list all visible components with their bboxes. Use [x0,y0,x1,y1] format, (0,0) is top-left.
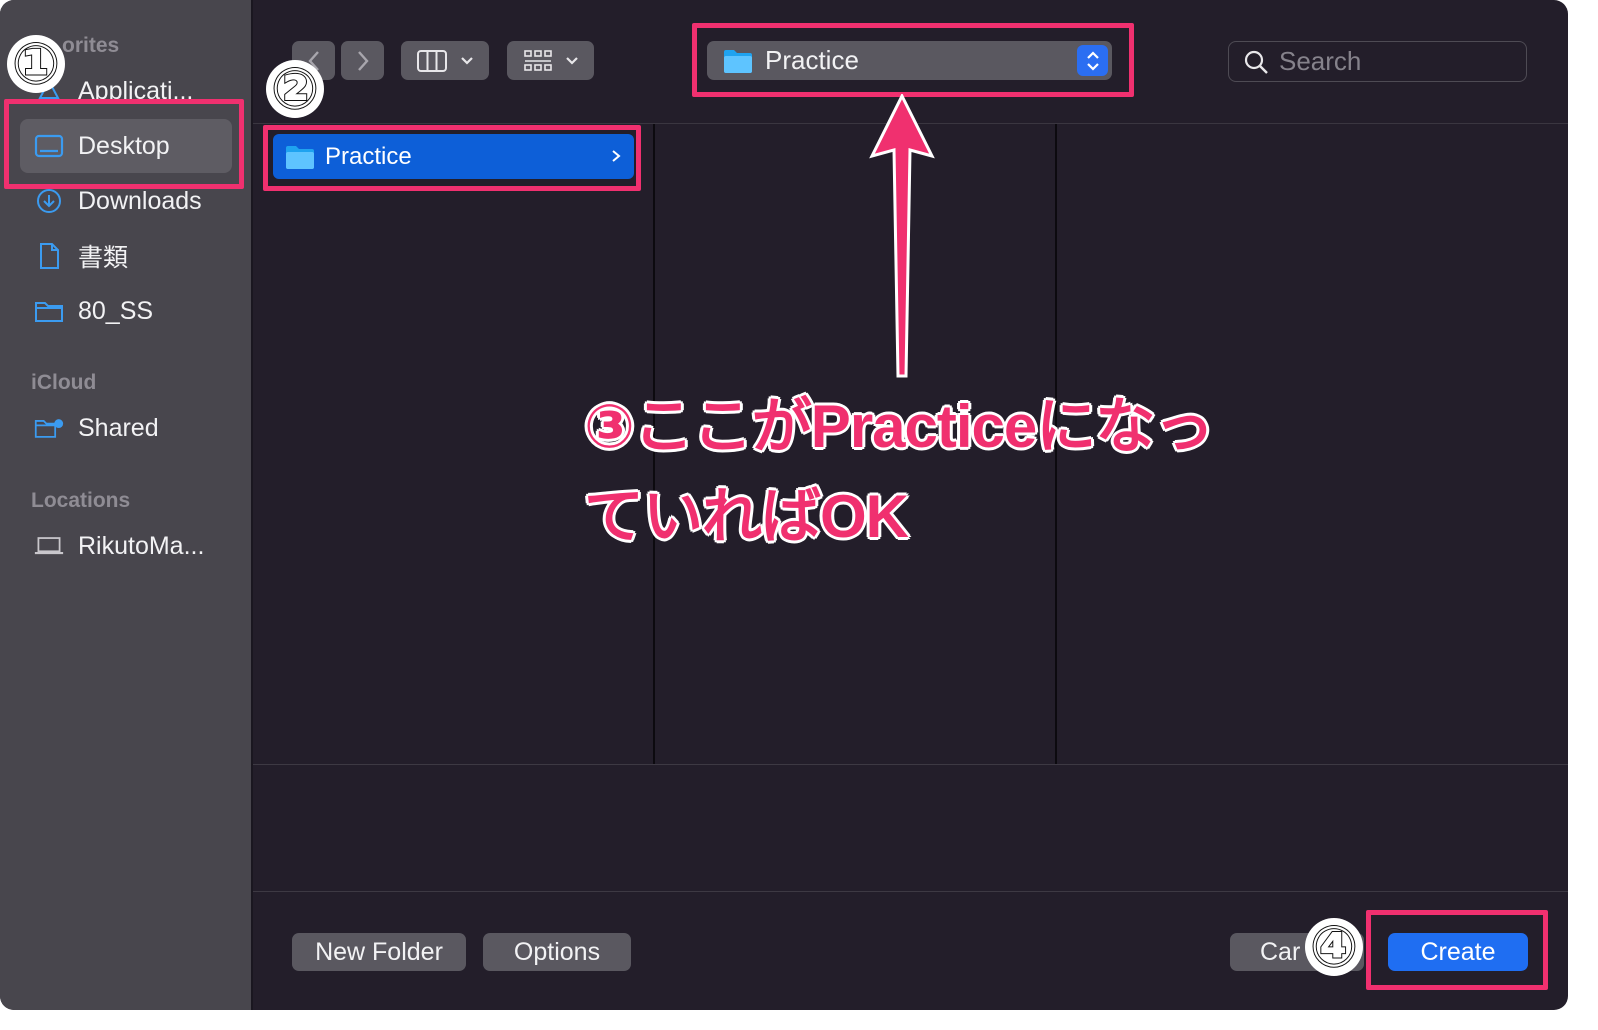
icloud-section-title: iCloud [31,371,97,394]
favorites-section-title: orites [62,34,120,57]
document-icon [34,241,64,271]
grid-icon [523,49,552,71]
sidebar-item-shared[interactable]: Shared [20,401,232,455]
sidebar-item-label: 書類 [78,244,129,272]
sidebar-item-label: Shared [78,413,159,442]
folder-icon [34,296,64,326]
annotation-number-2: ② [266,60,324,118]
sidebar-item-label: RikutoMa... [78,531,205,560]
group-button[interactable] [507,41,594,80]
forward-button[interactable] [341,41,384,80]
laptop-icon [34,531,64,561]
sidebar-item-80-ss[interactable]: 80_SS [20,284,232,338]
view-mode-button[interactable] [401,41,489,80]
browser-bottom-divider [253,764,1568,765]
annotation-number-4: ④ [1305,918,1363,976]
annotation-number-1: ① [7,35,65,93]
annotation-text-line2: ていればOK [584,483,909,550]
sidebar-item-label: 80_SS [78,296,154,325]
new-folder-button[interactable]: New Folder [292,933,466,971]
downloads-icon [34,186,64,216]
search-icon [1244,50,1268,74]
search-placeholder: Search [1279,46,1362,76]
columns-view-icon [417,49,447,72]
shared-folder-icon [34,413,64,443]
annotation-box-folder [263,125,641,191]
chevron-down-icon [565,56,578,65]
annotation-arrow-icon [869,94,935,378]
sidebar-item-rikutoma[interactable]: RikutoMa... [20,519,232,573]
footer-divider [253,891,1568,892]
sidebar-item-documents[interactable]: 書類 [20,229,232,283]
sidebar-item-label: Downloads [78,186,202,215]
chevron-down-icon [461,56,473,65]
annotation-box-path [692,23,1134,97]
annotation-box-create [1366,910,1548,990]
options-button[interactable]: Options [483,933,631,971]
annotation-text-line1: ③ここがPracticeになっ [584,393,1214,460]
annotation-box-desktop [4,99,244,189]
chevron-right-icon [357,50,369,71]
search-field[interactable]: Search [1228,41,1527,82]
locations-section-title: Locations [31,489,131,512]
